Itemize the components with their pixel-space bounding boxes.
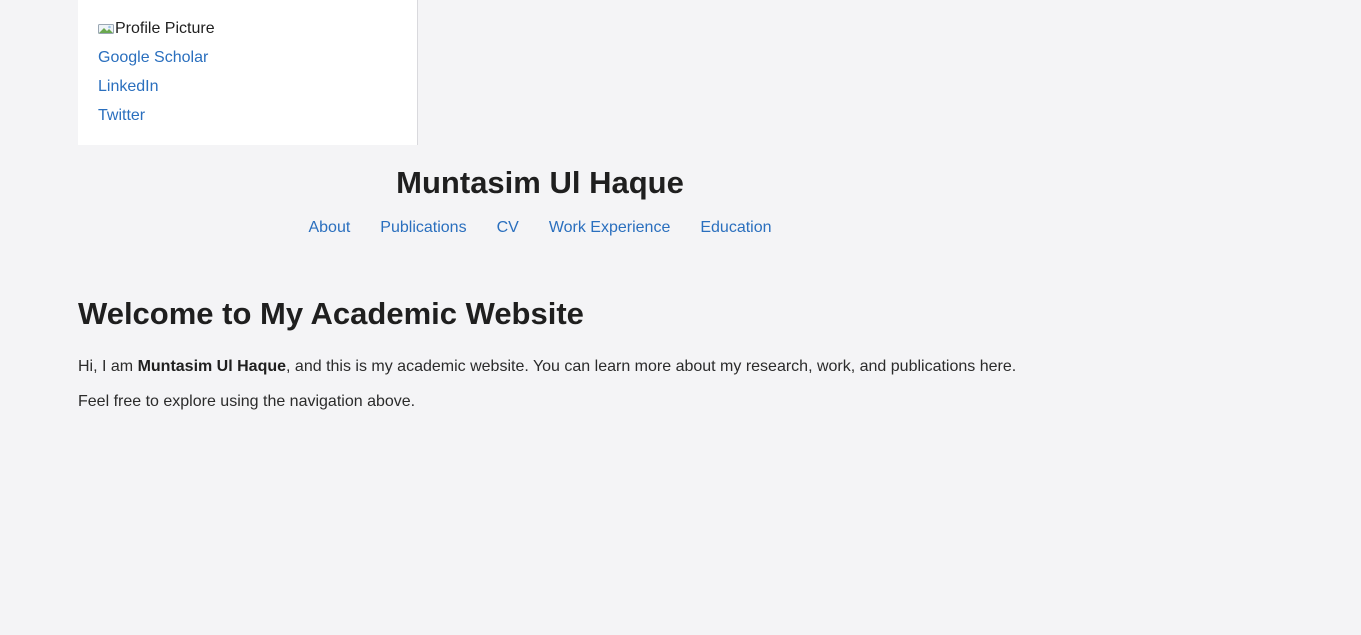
nav-work-experience[interactable]: Work Experience bbox=[549, 218, 671, 238]
page-heading: Welcome to My Academic Website bbox=[78, 296, 584, 331]
main-content: Welcome to My Academic Website Hi, I am … bbox=[78, 292, 1178, 426]
site-header: Muntasim Ul Haque About Publications CV … bbox=[0, 160, 1080, 238]
explore-paragraph: Feel free to explore using the navigatio… bbox=[78, 393, 416, 410]
broken-image-icon bbox=[98, 24, 114, 34]
linkedin-link[interactable]: LinkedIn bbox=[98, 77, 397, 97]
site-title: Muntasim Ul Haque bbox=[396, 165, 684, 200]
nav-about[interactable]: About bbox=[308, 218, 350, 238]
intro-prefix: Hi, I am bbox=[78, 358, 138, 375]
twitter-link[interactable]: Twitter bbox=[98, 106, 397, 126]
intro-suffix: , and this is my academic website. You c… bbox=[286, 358, 1017, 375]
nav-cv[interactable]: CV bbox=[497, 218, 519, 238]
sidebar: Profile Picture Google Scholar LinkedIn … bbox=[78, 0, 418, 145]
intro-name: Muntasim Ul Haque bbox=[137, 358, 287, 375]
nav-publications[interactable]: Publications bbox=[380, 218, 466, 238]
profile-picture-alt-text: Profile Picture bbox=[115, 20, 215, 37]
intro-paragraph: Hi, I am Muntasim Ul Haque, and this is … bbox=[78, 356, 1178, 378]
google-scholar-link[interactable]: Google Scholar bbox=[98, 48, 397, 68]
main-nav: About Publications CV Work Experience Ed… bbox=[0, 218, 1080, 238]
nav-education[interactable]: Education bbox=[700, 218, 771, 238]
profile-picture: Profile Picture bbox=[98, 19, 397, 39]
